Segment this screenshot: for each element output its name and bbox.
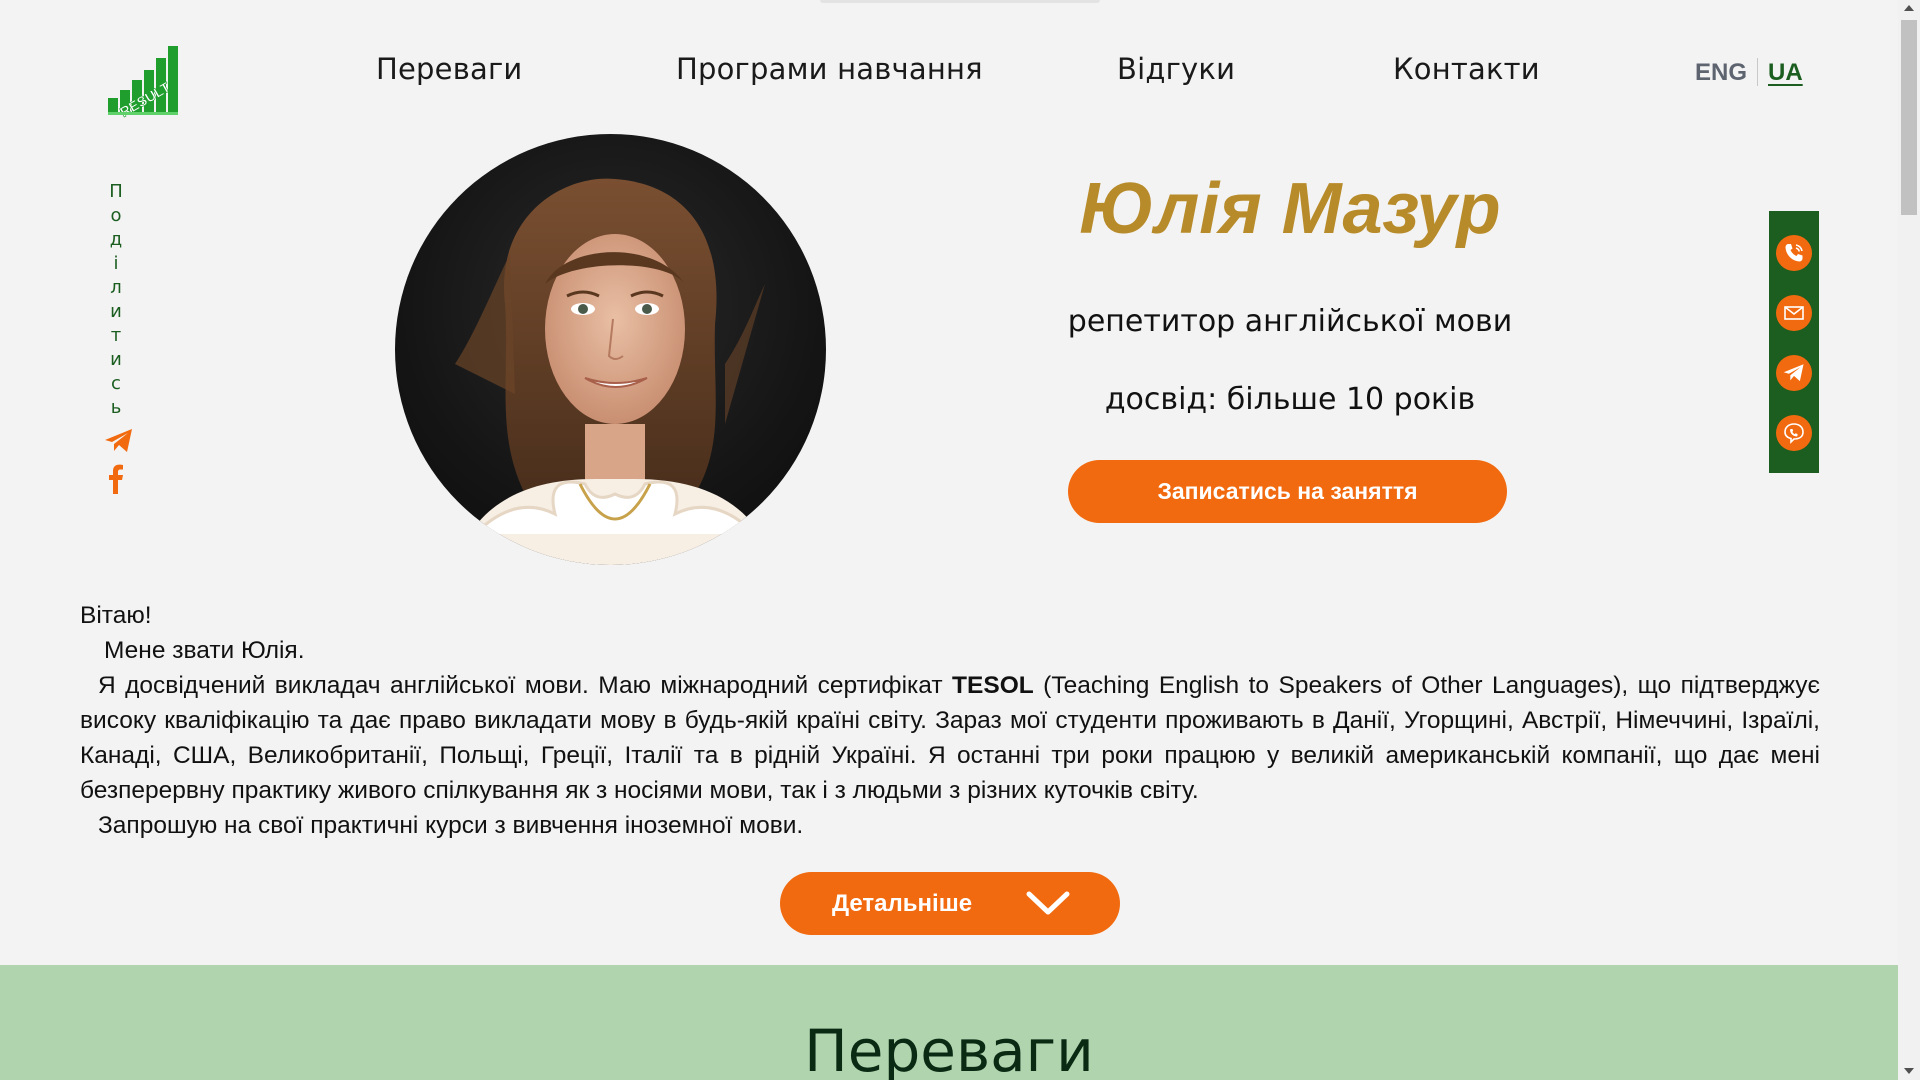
main-nav: Переваги Програми навчання Відгуки Конта… xyxy=(0,52,1898,92)
more-details-label: Детальніше xyxy=(832,890,973,917)
tutor-experience: досвід: більше 10 років xyxy=(1104,382,1476,417)
nav-advantages[interactable]: Переваги xyxy=(376,52,522,86)
advantages-section: Переваги xyxy=(0,965,1898,1080)
tesol-label: TESOL xyxy=(952,672,1034,699)
telegram-icon[interactable] xyxy=(1776,355,1812,391)
share-column: П о д і л и т и с ь xyxy=(104,180,132,494)
chevron-down-icon xyxy=(1026,891,1070,915)
intro-greeting: Вітаю! xyxy=(80,602,152,629)
viber-icon[interactable] xyxy=(1776,415,1812,451)
lang-eng[interactable]: ENG xyxy=(1695,59,1747,86)
mail-icon[interactable] xyxy=(1776,295,1812,331)
share-letter: д xyxy=(109,229,123,250)
share-letter: П xyxy=(109,181,123,202)
share-letter: и xyxy=(110,349,122,370)
share-letter: і xyxy=(113,253,119,274)
language-switch: ENG UA xyxy=(1695,58,1803,87)
lang-separator xyxy=(1757,58,1759,86)
intro-paragraph: Я досвідчений викладач англійської мови.… xyxy=(80,668,1820,808)
share-letter: ь xyxy=(110,397,122,418)
intro-p1-start: Я досвідчений викладач англійської мови.… xyxy=(98,672,953,699)
scroll-down-arrow[interactable] xyxy=(1904,1068,1914,1074)
facebook-icon[interactable] xyxy=(108,462,124,494)
lang-ua[interactable]: UA xyxy=(1768,59,1803,86)
share-letter: о xyxy=(110,205,122,226)
share-letter: и xyxy=(110,301,122,322)
scroll-thumb[interactable] xyxy=(1901,20,1917,215)
intro-text: Вітаю! Мене звати Юлія. Я досвідчений ви… xyxy=(80,598,1820,843)
telegram-icon[interactable] xyxy=(104,428,134,454)
share-letter: с xyxy=(111,373,121,394)
intro-invite: Запрошую на свої практичні курси з вивче… xyxy=(98,812,804,839)
nav-reviews[interactable]: Відгуки xyxy=(1117,52,1235,86)
page: RESULT Переваги Програми навчання Відгук… xyxy=(0,0,1898,1080)
share-letter: л xyxy=(110,277,122,298)
scrollbar[interactable] xyxy=(1898,0,1920,1080)
tutor-name: Юлія Мазур xyxy=(1079,169,1501,249)
intro-name-line: Мене звати Юлія. xyxy=(104,637,305,664)
signup-button[interactable]: Записатись на заняття xyxy=(1068,460,1507,523)
contact-bar xyxy=(1769,211,1819,473)
tutor-photo xyxy=(395,134,826,565)
top-shadow xyxy=(820,0,1100,3)
phone-icon[interactable] xyxy=(1776,235,1812,271)
advantages-title: Переваги xyxy=(804,1017,1094,1080)
nav-programs[interactable]: Програми навчання xyxy=(676,52,983,86)
portrait-illustration xyxy=(455,178,775,565)
nav-contacts[interactable]: Контакти xyxy=(1393,52,1540,86)
share-letter: т xyxy=(110,325,122,346)
scroll-up-arrow[interactable] xyxy=(1904,5,1914,11)
more-details-button[interactable]: Детальніше xyxy=(780,872,1120,935)
tutor-subtitle: репетитор англійської мови xyxy=(1067,304,1513,339)
